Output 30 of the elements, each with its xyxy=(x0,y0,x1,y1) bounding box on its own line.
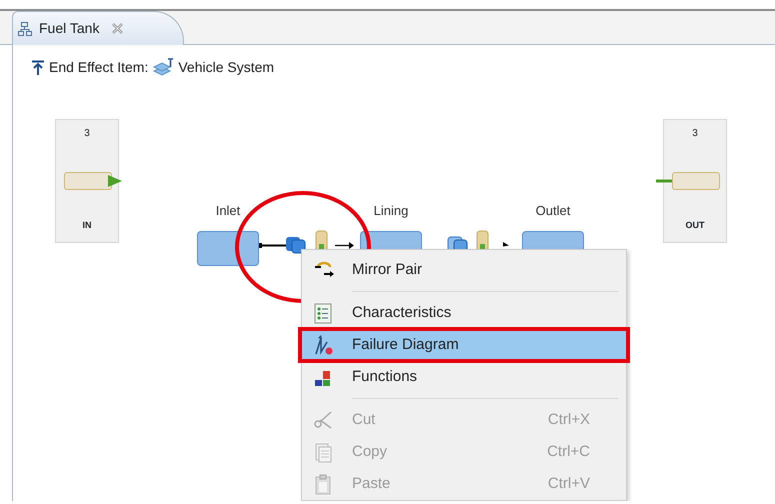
shortcut-text: Ctrl+C xyxy=(547,442,590,462)
port-bar xyxy=(672,172,720,190)
shortcut-text: Ctrl+V xyxy=(548,474,590,494)
editor-tab[interactable]: Fuel Tank xyxy=(12,11,184,45)
arrow-up-icon xyxy=(31,60,45,76)
checklist-icon xyxy=(312,302,334,324)
tab-title: Fuel Tank xyxy=(39,19,100,38)
port-bar xyxy=(64,172,112,190)
block-label: Inlet xyxy=(214,202,242,220)
connector xyxy=(503,242,509,246)
close-icon[interactable] xyxy=(111,22,124,35)
port-number: 3 xyxy=(691,127,699,141)
component-block[interactable] xyxy=(197,231,259,266)
end-effect-value: Vehicle System xyxy=(178,58,274,77)
scissors-icon xyxy=(312,409,334,431)
shortcut-text: Ctrl+X xyxy=(548,410,590,430)
port-label: IN xyxy=(82,218,92,232)
block-label: Outlet xyxy=(534,202,572,220)
menu-item[interactable]: Functions xyxy=(302,361,626,393)
block-label: Lining xyxy=(372,202,410,220)
port-number: 3 xyxy=(83,127,91,141)
diagram-icon xyxy=(17,20,33,36)
failure-icon xyxy=(312,334,334,356)
port-label: OUT xyxy=(684,218,706,232)
menu-item[interactable]: Characteristics xyxy=(302,297,626,329)
end-effect-label: End Effect Item: xyxy=(49,58,148,77)
port-arrow-icon xyxy=(108,175,124,187)
stack-icon xyxy=(152,58,174,78)
menu-item[interactable]: Mirror Pair xyxy=(302,254,626,286)
connector xyxy=(335,242,354,249)
